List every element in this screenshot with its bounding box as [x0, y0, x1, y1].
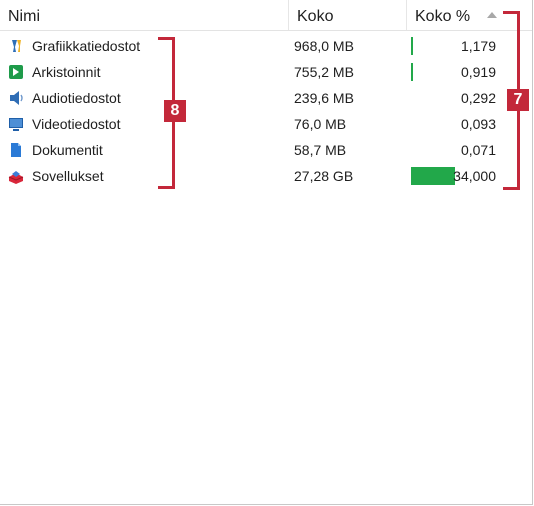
file-type-list: Nimi Koko Koko % Grafiikkatiedostot 968,… [0, 0, 533, 505]
video-icon [9, 118, 23, 131]
list-item-percent: 34,000 [453, 168, 496, 184]
size-percent-bar [411, 63, 413, 81]
list-item-size: 58,7 MB [294, 142, 347, 158]
list-item-size: 755,2 MB [294, 64, 354, 80]
list-item[interactable]: Sovellukset 27,28 GB 34,000 [0, 163, 532, 189]
list-item-percent: 0,292 [460, 90, 496, 106]
callout-badge-names: 8 [164, 100, 186, 122]
list-item[interactable]: Audiotiedostot 239,6 MB 0,292 [0, 85, 532, 111]
list-item-name: Audiotiedostot [32, 90, 121, 106]
list-item-name: Videotiedostot [32, 116, 121, 132]
graphics-icon [12, 40, 21, 52]
list-item-name: Sovellukset [32, 168, 104, 184]
list-item-size: 968,0 MB [294, 38, 354, 54]
size-percent-bar [411, 37, 413, 55]
list-item-percent: 0,093 [460, 116, 496, 132]
list-item[interactable]: Videotiedostot 76,0 MB 0,093 [0, 111, 532, 137]
column-header-name[interactable]: Nimi [0, 0, 288, 30]
list-item-size: 239,6 MB [294, 90, 354, 106]
list-item-name: Dokumentit [32, 142, 103, 158]
list-item[interactable]: Arkistoinnit 755,2 MB 0,919 [0, 59, 532, 85]
list-item-name: Grafiikkatiedostot [32, 38, 141, 54]
callout-badge-percent: 7 [507, 89, 529, 111]
application-icon [8, 171, 24, 184]
archive-icon [9, 65, 23, 79]
list-item-percent: 0,071 [460, 142, 496, 158]
list-item-percent: 0,919 [460, 64, 496, 80]
column-header-bar: Nimi Koko Koko % [0, 0, 532, 31]
list-item-percent: 1,179 [460, 38, 496, 54]
list-item-size: 76,0 MB [294, 116, 347, 132]
list-item[interactable]: Grafiikkatiedostot 968,0 MB 1,179 [0, 33, 532, 59]
sort-ascending-icon[interactable] [487, 12, 497, 18]
list-item-size: 27,28 GB [294, 168, 354, 184]
document-icon [11, 143, 21, 157]
list-item-name: Arkistoinnit [32, 64, 101, 80]
list-item[interactable]: Dokumentit 58,7 MB 0,071 [0, 137, 532, 163]
column-header-size[interactable]: Koko [288, 0, 406, 30]
audio-icon [10, 91, 23, 105]
